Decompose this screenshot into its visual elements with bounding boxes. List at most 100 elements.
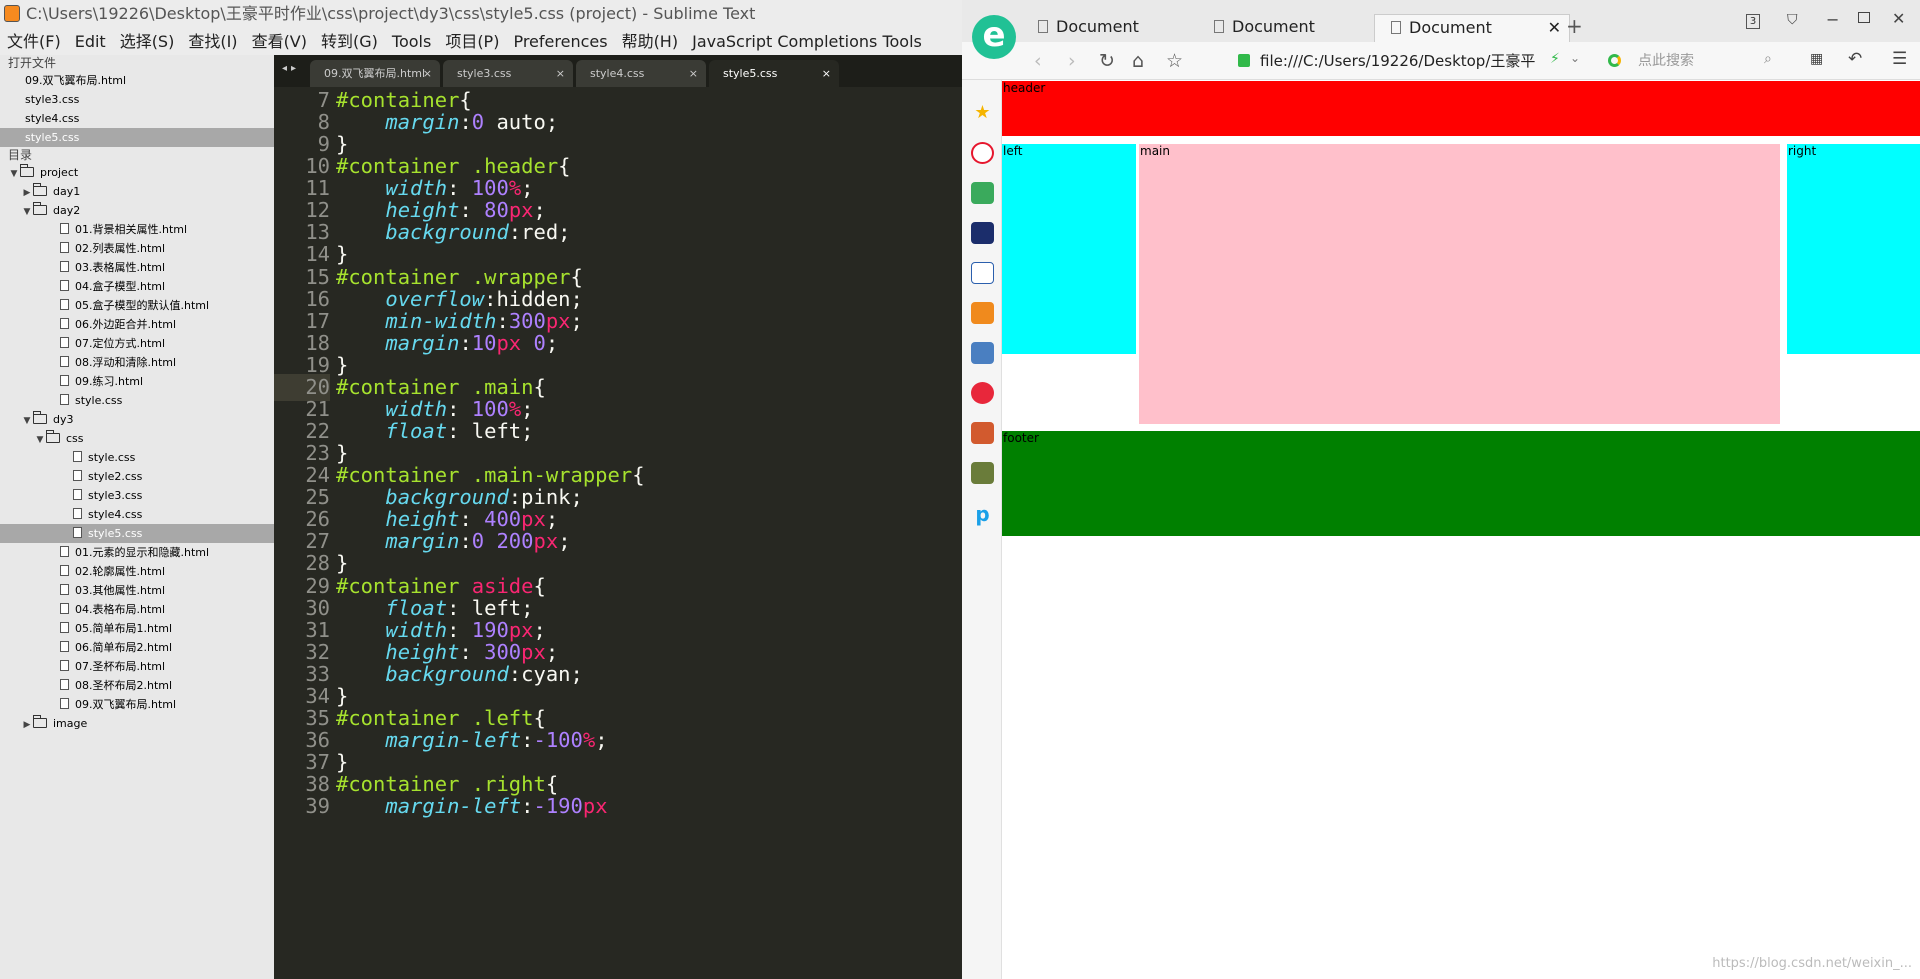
tree-file[interactable]: 05.盒子模型的默认值.html bbox=[0, 296, 274, 315]
back-icon[interactable]: ‹ bbox=[1034, 50, 1042, 72]
tree-folder[interactable]: ▼ day2 bbox=[0, 201, 274, 220]
tree-file[interactable]: style4.css bbox=[0, 505, 274, 524]
menu-item[interactable]: 项目(P) bbox=[438, 28, 506, 55]
close-tab-icon[interactable]: × bbox=[556, 60, 565, 87]
menu-item[interactable]: 选择(S) bbox=[113, 28, 182, 55]
tree-file[interactable]: 03.其他属性.html bbox=[0, 581, 274, 600]
tree-file[interactable]: 04.表格布局.html bbox=[0, 600, 274, 619]
code-line[interactable]: margin:0 200px; bbox=[336, 528, 570, 555]
mail-icon[interactable] bbox=[971, 182, 994, 204]
skin-icon[interactable]: ⛉ bbox=[1787, 12, 1798, 28]
tree-file[interactable]: 02.列表属性.html bbox=[0, 239, 274, 258]
forward-icon[interactable]: › bbox=[1068, 50, 1076, 72]
code-line[interactable]: margin:10px 0; bbox=[336, 330, 558, 357]
tree-file[interactable]: 06.简单布局2.html bbox=[0, 638, 274, 657]
shop-app-icon[interactable] bbox=[971, 382, 994, 404]
editor-tab[interactable]: style4.css × bbox=[576, 60, 706, 87]
editor-tab[interactable]: style5.css × bbox=[709, 60, 839, 87]
editor-tab[interactable]: 09.双飞翼布局.html × bbox=[310, 60, 440, 87]
close-tab-icon[interactable]: × bbox=[423, 60, 432, 87]
tree-folder[interactable]: ▶ image bbox=[0, 714, 274, 733]
undo-icon[interactable]: ↶ bbox=[1848, 49, 1862, 69]
browser-tab[interactable]: Document bbox=[1198, 14, 1368, 42]
tree-file[interactable]: 01.元素的显示和隐藏.html bbox=[0, 543, 274, 562]
browser-tab[interactable]: Document ✕ bbox=[1374, 14, 1570, 42]
tree-file[interactable]: style.css bbox=[0, 448, 274, 467]
menu-item[interactable]: JavaScript Completions Tools bbox=[685, 28, 929, 55]
game3-app-icon[interactable] bbox=[971, 462, 994, 484]
menu-item[interactable]: Preferences bbox=[506, 28, 614, 55]
tree-folder[interactable]: ▼ dy3 bbox=[0, 410, 274, 429]
chevron-down-icon[interactable]: ⌄ bbox=[1570, 51, 1580, 65]
game-app-icon[interactable] bbox=[971, 342, 994, 364]
tree-label: 03.其他属性.html bbox=[75, 584, 166, 597]
maximize-icon[interactable] bbox=[1858, 12, 1870, 23]
close-tab-icon[interactable]: × bbox=[689, 60, 698, 87]
tree-file[interactable]: 07.圣杯布局.html bbox=[0, 657, 274, 676]
tab-scroll-arrows-icon[interactable]: ◂▸ bbox=[282, 63, 300, 74]
code-line[interactable]: margin-left:-190px bbox=[336, 793, 607, 820]
tree-file[interactable]: style2.css bbox=[0, 467, 274, 486]
news-app-icon[interactable] bbox=[971, 222, 994, 244]
code-line[interactable]: margin:0 auto; bbox=[336, 109, 558, 136]
tree-file[interactable]: 08.圣杯布局2.html bbox=[0, 676, 274, 695]
p-app-icon[interactable]: p bbox=[971, 502, 994, 526]
tree-file[interactable]: 08.浮动和清除.html bbox=[0, 353, 274, 372]
open-file-item[interactable]: 09.双飞翼布局.html bbox=[0, 71, 274, 90]
tree-folder[interactable]: ▼ project bbox=[0, 163, 274, 182]
apps-grid-icon[interactable]: ▦ bbox=[1810, 51, 1823, 67]
refresh-icon[interactable]: ↻ bbox=[1099, 50, 1115, 72]
tree-file[interactable]: 02.轮廓属性.html bbox=[0, 562, 274, 581]
weibo-icon[interactable] bbox=[971, 142, 994, 164]
editor-tab[interactable]: style3.css × bbox=[443, 60, 573, 87]
document-app-icon[interactable] bbox=[971, 262, 994, 284]
minimize-icon[interactable]: − bbox=[1826, 10, 1839, 29]
close-window-icon[interactable]: ✕ bbox=[1892, 9, 1905, 28]
tree-file[interactable]: 09.双飞翼布局.html bbox=[0, 695, 274, 714]
code-line[interactable]: margin-left:-100%; bbox=[336, 727, 607, 754]
menu-item[interactable]: 文件(F) bbox=[0, 28, 68, 55]
tree-file[interactable]: style.css bbox=[0, 391, 274, 410]
menu-item[interactable]: 查看(V) bbox=[245, 28, 314, 55]
open-file-item[interactable]: style3.css bbox=[0, 90, 274, 109]
home-icon[interactable]: ⌂ bbox=[1132, 50, 1144, 72]
tree-file[interactable]: style3.css bbox=[0, 486, 274, 505]
search-engine-icon[interactable] bbox=[1608, 54, 1621, 67]
code-line[interactable]: background:cyan; bbox=[336, 661, 582, 688]
game2-app-icon[interactable] bbox=[971, 422, 994, 444]
tree-file[interactable]: 01.背景相关属性.html bbox=[0, 220, 274, 239]
open-file-item[interactable]: style5.css bbox=[0, 128, 274, 147]
close-tab-icon[interactable]: ✕ bbox=[1548, 15, 1561, 41]
search-icon[interactable]: ⌕ bbox=[1764, 51, 1772, 67]
tree-file[interactable]: 09.练习.html bbox=[0, 372, 274, 391]
menu-icon[interactable]: ☰ bbox=[1892, 49, 1907, 69]
tree-file[interactable]: style5.css bbox=[0, 524, 274, 543]
favorites-star-icon[interactable]: ★ bbox=[971, 102, 994, 124]
tree-file[interactable]: 03.表格属性.html bbox=[0, 258, 274, 277]
tree-file[interactable]: 04.盒子模型.html bbox=[0, 277, 274, 296]
menu-item[interactable]: 转到(G) bbox=[314, 28, 385, 55]
tree-file[interactable]: 05.简单布局1.html bbox=[0, 619, 274, 638]
close-tab-icon[interactable]: × bbox=[822, 60, 831, 87]
code-line[interactable]: float: left; bbox=[336, 418, 533, 445]
search-input[interactable]: 点此搜索 bbox=[1638, 47, 1796, 75]
menu-item[interactable]: Tools bbox=[385, 28, 438, 55]
tab-count-badge[interactable]: 3 bbox=[1746, 14, 1760, 29]
favorite-star-icon[interactable]: ☆ bbox=[1166, 50, 1183, 72]
novel-app-icon[interactable] bbox=[971, 302, 994, 324]
code-line[interactable]: background:red; bbox=[336, 219, 570, 246]
menu-item[interactable]: 帮助(H) bbox=[615, 28, 686, 55]
tree-folder[interactable]: ▶ day1 bbox=[0, 182, 274, 201]
open-file-item[interactable]: style4.css bbox=[0, 109, 274, 128]
collapsed-arrow-icon[interactable]: ▶ bbox=[21, 716, 33, 735]
url-field[interactable]: file:///C:/Users/19226/Desktop/王豪平 bbox=[1260, 47, 1580, 75]
speed-mode-icon[interactable]: ⚡ bbox=[1550, 51, 1560, 67]
code-editor[interactable]: 7 #container{8 margin:0 auto; 9} 10 #contain… bbox=[274, 87, 962, 979]
tree-folder[interactable]: ▼ css bbox=[0, 429, 274, 448]
menu-item[interactable]: 查找(I) bbox=[181, 28, 244, 55]
menu-item[interactable]: Edit bbox=[68, 28, 113, 55]
tree-file[interactable]: 06.外边距合并.html bbox=[0, 315, 274, 334]
tree-file[interactable]: 07.定位方式.html bbox=[0, 334, 274, 353]
browser-tab[interactable]: Document bbox=[1022, 14, 1192, 42]
new-tab-icon[interactable]: + bbox=[1566, 14, 1583, 38]
